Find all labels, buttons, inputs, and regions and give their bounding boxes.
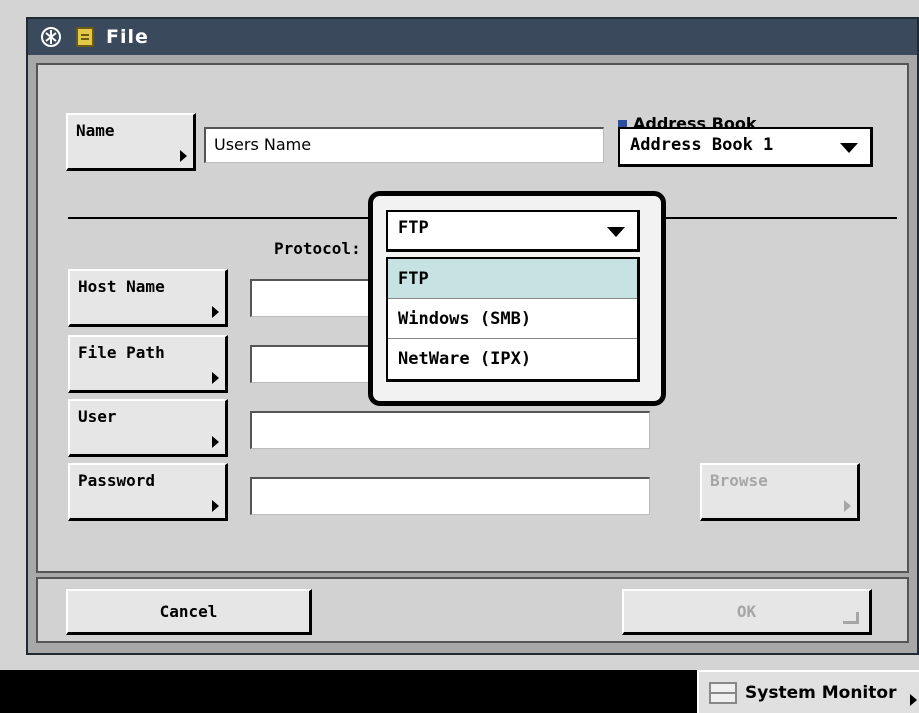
protocol-options-list: FTP Windows (SMB) NetWare (IPX) [386, 257, 640, 382]
ok-button[interactable]: OK [622, 589, 872, 635]
file-path-button[interactable]: File Path [68, 335, 228, 393]
right-arrow-icon [844, 500, 851, 512]
app-menu-icon[interactable] [40, 26, 62, 48]
password-button[interactable]: Password [68, 463, 228, 521]
cancel-button-label: Cancel [159, 602, 218, 621]
file-path-button-label: File Path [78, 343, 165, 362]
protocol-label: Protocol: [274, 239, 361, 258]
host-name-button[interactable]: Host Name [68, 269, 228, 327]
system-monitor-button[interactable]: System Monitor [697, 670, 919, 713]
system-monitor-icon [709, 681, 737, 704]
name-button-label: Name [76, 121, 115, 140]
protocol-select[interactable]: FTP [386, 210, 640, 252]
title-bar: File [28, 19, 917, 55]
right-arrow-icon [212, 436, 219, 448]
name-field[interactable]: Users Name [204, 127, 604, 163]
right-arrow-icon [910, 694, 917, 706]
protocol-option-smb[interactable]: Windows (SMB) [388, 299, 637, 339]
browse-button[interactable]: Browse [700, 463, 860, 521]
right-arrow-icon [212, 372, 219, 384]
enter-icon [843, 612, 859, 624]
user-button-label: User [78, 407, 117, 426]
file-folder-icon [76, 27, 94, 47]
chevron-down-icon [607, 226, 625, 237]
chevron-down-icon [840, 142, 858, 153]
footer-panel: Cancel OK [36, 577, 909, 643]
host-name-button-label: Host Name [78, 277, 165, 296]
address-book-select[interactable]: Address Book 1 [618, 127, 873, 167]
address-book-selected: Address Book 1 [630, 135, 774, 155]
ok-button-label: OK [736, 602, 757, 621]
right-arrow-icon [180, 150, 187, 162]
protocol-option-ipx[interactable]: NetWare (IPX) [388, 339, 637, 379]
name-button[interactable]: Name [66, 113, 196, 171]
user-button[interactable]: User [68, 399, 228, 457]
cancel-button[interactable]: Cancel [66, 589, 312, 635]
password-field[interactable] [250, 477, 650, 515]
system-monitor-label: System Monitor [745, 682, 897, 703]
right-arrow-icon [212, 500, 219, 512]
password-button-label: Password [78, 471, 156, 490]
user-field[interactable] [250, 411, 650, 449]
window-title: File [106, 26, 149, 48]
protocol-option-ftp[interactable]: FTP [388, 259, 637, 299]
protocol-selected: FTP [398, 218, 429, 238]
browse-button-label: Browse [710, 471, 768, 490]
right-arrow-icon [212, 306, 219, 318]
